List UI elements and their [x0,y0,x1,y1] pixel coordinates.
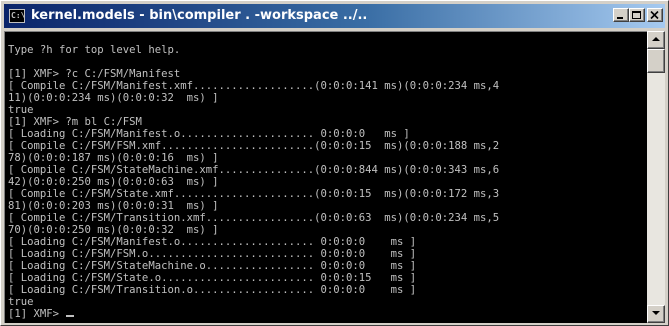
console-line: [ Loading C:/FSM/Manifest.o.............… [8,128,410,140]
console-line: [ Loading C:/FSM/Transition.o...........… [8,284,417,296]
console-line: Type ?h for top level help. [8,44,181,56]
window-title: kernel.models - bin\compiler . -workspac… [31,8,368,23]
console-line: [1] XMF> ?c C:/FSM/Manifest [8,68,181,80]
close-button[interactable] [647,8,663,22]
console-line: 42)(0:0:0:250 ms)(0:0:0:63 ms) ] [8,176,219,188]
console-output[interactable]: Type ?h for top level help. [1] XMF> ?c … [4,31,647,323]
console-line: [ Compile C:/FSM/Manifest.xmf...........… [8,80,500,92]
arrow-up-icon [652,37,660,41]
console-line: [ Compile C:/FSM/State.xmf..............… [8,188,500,200]
close-icon [650,11,659,20]
console-line: [ Compile C:/FSM/FSM.xmf................… [8,140,500,152]
scrollbar-thumb[interactable] [647,49,665,73]
console-line: [1] XMF> ?m bl C:/FSM [8,116,142,128]
console-line: [ Loading C:/FSM/StateMachine.o.........… [8,260,417,272]
console-line: true [8,104,34,116]
console-icon[interactable]: C:\ [9,9,25,23]
console-line: [ Loading C:/FSM/FSM.o..................… [8,248,417,260]
arrow-down-icon [652,311,660,315]
prompt-line[interactable]: [1] XMF> [8,308,75,320]
console-line: [ Compile C:/FSM/StateMachine.xmf.......… [8,164,500,176]
console-line: [ Loading C:/FSM/Manifest.o.............… [8,236,417,248]
scroll-down-button[interactable] [647,305,665,323]
console-line: true [8,296,34,308]
console-line: [ Compile C:/FSM/Transition.xmf.........… [8,212,500,224]
prompt-text: [1] XMF> [8,308,66,320]
scroll-up-button[interactable] [647,31,665,49]
minimize-button[interactable] [613,8,629,22]
console-window: C:\ kernel.models - bin\compiler . -work… [0,0,669,326]
console-line: 78)(0:0:0:187 ms)(0:0:0:16 ms) ] [8,152,219,164]
text-cursor [66,315,75,317]
console-line: 70)(0:0:0:250 ms)(0:0:0:32 ms) ] [8,224,219,236]
vertical-scrollbar[interactable] [647,31,665,323]
maximize-icon [632,11,641,19]
minimize-icon [617,17,623,19]
title-bar[interactable]: C:\ kernel.models - bin\compiler . -work… [4,4,665,28]
console-line: 11)(0:0:0:234 ms)(0:0:0:32 ms) ] [8,92,219,104]
maximize-button[interactable] [629,8,645,22]
console-line: 81)(0:0:0:203 ms)(0:0:0:31 ms) ] [8,200,219,212]
console-line: [ Loading C:/FSM/State.o................… [8,272,417,284]
